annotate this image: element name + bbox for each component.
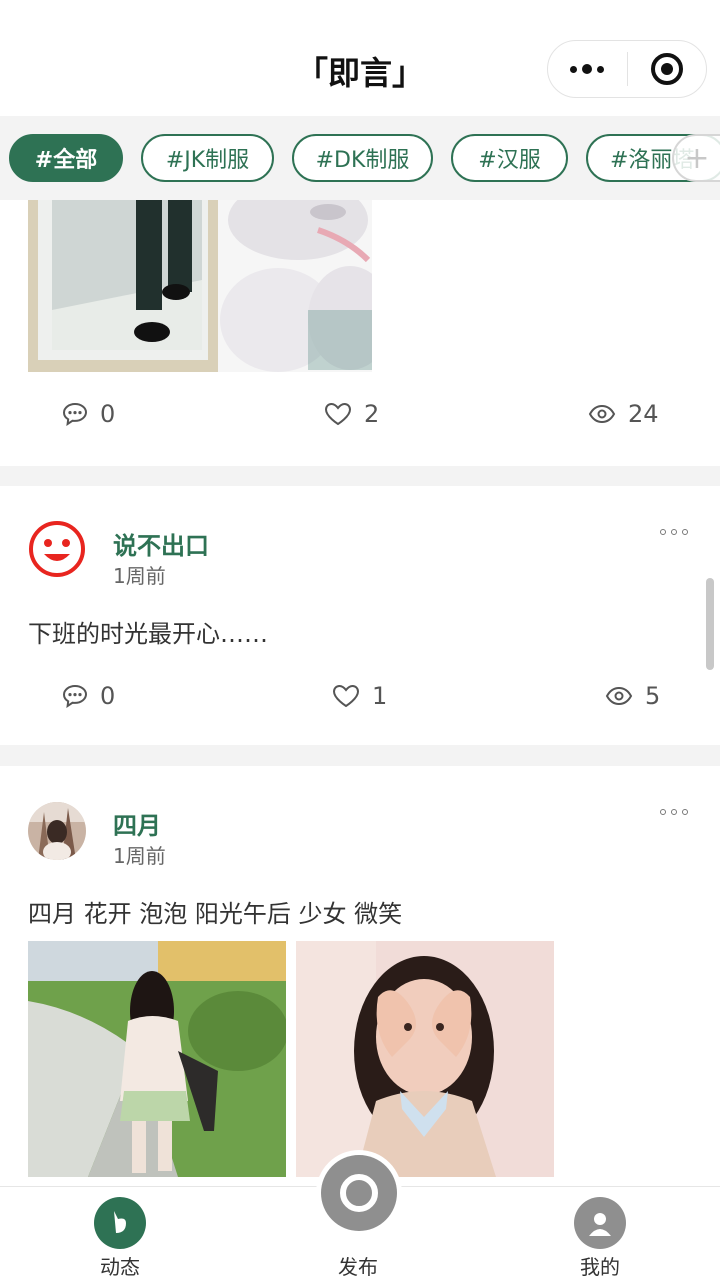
tag-all[interactable]: #全部 xyxy=(9,134,123,182)
camera-ring-icon xyxy=(340,1174,378,1212)
tag-hanfu[interactable]: #汉服 xyxy=(451,134,568,182)
add-tag-button[interactable]: + xyxy=(672,134,720,182)
view-count: 5 xyxy=(645,682,661,710)
post-card[interactable]: 四月 1周前 四月 花开 泡泡 阳光午后 少女 微笑 xyxy=(0,766,720,1186)
like-button[interactable]: 2 xyxy=(324,400,379,428)
feed-tab-icon[interactable] xyxy=(94,1197,146,1249)
heart-icon xyxy=(332,684,360,708)
post-image[interactable] xyxy=(296,941,554,1177)
view-stat: 24 xyxy=(588,400,659,428)
comment-icon xyxy=(62,684,88,708)
leaf-icon xyxy=(114,1211,126,1233)
more-options-icon[interactable] xyxy=(660,809,688,815)
post-image[interactable] xyxy=(28,941,286,1177)
smiley-face-icon xyxy=(29,521,85,577)
eye-icon xyxy=(588,404,616,424)
mini-program-capsule xyxy=(547,40,707,98)
username[interactable]: 说不出口 xyxy=(113,526,209,561)
avatar[interactable] xyxy=(28,520,86,578)
comment-button[interactable]: 0 xyxy=(62,682,115,710)
mine-tab-label[interactable]: 我的 xyxy=(560,1251,640,1280)
tag-filter-bar: #全部 #JK制服 #DK制服 #汉服 #洛丽塔 + xyxy=(0,116,720,200)
like-count: 1 xyxy=(372,682,388,710)
feed-tab-label[interactable]: 动态 xyxy=(80,1251,160,1280)
scrollbar[interactable] xyxy=(706,578,714,670)
post-stats: 0 1 5 xyxy=(0,682,720,722)
post-stats: 0 2 24 xyxy=(0,400,720,440)
like-count: 2 xyxy=(364,400,380,428)
publish-button[interactable] xyxy=(316,1150,402,1236)
navigation-bar: 「即言」 xyxy=(0,0,720,116)
user-icon xyxy=(589,1213,611,1236)
post-card[interactable]: 说不出口 1周前 下班的时光最开心…… 0 1 5 xyxy=(0,486,720,745)
more-dots-icon xyxy=(570,64,605,74)
mine-tab-icon[interactable] xyxy=(574,1197,626,1249)
tag-jk[interactable]: #JK制服 xyxy=(141,134,274,182)
comment-icon xyxy=(62,402,88,426)
view-stat: 5 xyxy=(605,682,660,710)
heart-icon xyxy=(324,402,352,426)
publish-circle xyxy=(321,1155,397,1231)
comment-button[interactable]: 0 xyxy=(62,400,115,428)
eye-icon xyxy=(605,686,633,706)
view-count: 24 xyxy=(628,400,659,428)
comment-count: 0 xyxy=(100,400,116,428)
publish-tab-label[interactable]: 发布 xyxy=(318,1251,398,1280)
comment-count: 0 xyxy=(100,682,116,710)
tag-dk[interactable]: #DK制服 xyxy=(292,134,433,182)
post-card[interactable]: 0 2 24 xyxy=(0,200,720,466)
post-content: 下班的时光最开心…… xyxy=(28,620,268,648)
target-icon xyxy=(650,53,683,85)
post-time: 1周前 xyxy=(113,844,166,868)
avatar[interactable] xyxy=(28,802,86,860)
close-mini-program-button[interactable] xyxy=(628,40,707,98)
user-photo-icon xyxy=(28,802,86,860)
more-options-icon[interactable] xyxy=(660,529,688,535)
more-menu-button[interactable] xyxy=(548,40,627,98)
post-time: 1周前 xyxy=(113,564,166,588)
username[interactable]: 四月 xyxy=(113,806,161,841)
post-image[interactable] xyxy=(28,200,372,372)
post-content: 四月 花开 泡泡 阳光午后 少女 微笑 xyxy=(28,900,403,928)
like-button[interactable]: 1 xyxy=(332,682,387,710)
